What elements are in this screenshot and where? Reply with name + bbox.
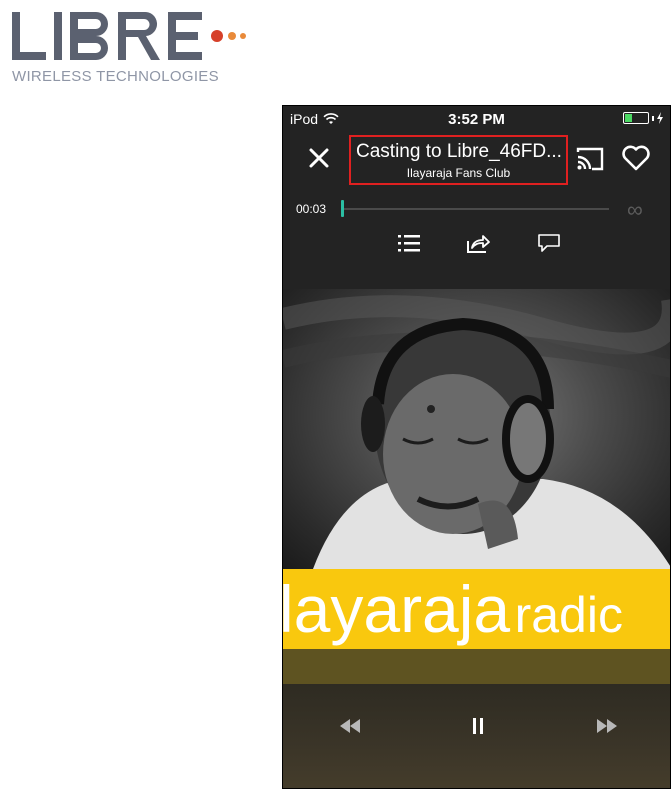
- playback-controls: [283, 684, 670, 788]
- logo-dot-icon: [240, 33, 246, 39]
- station-name: Ilayaraja Fans Club: [406, 166, 511, 180]
- battery-icon: [623, 112, 649, 124]
- heart-icon[interactable]: [621, 144, 651, 172]
- status-time: 3:52 PM: [448, 111, 505, 128]
- charging-bolt-icon: [657, 112, 663, 124]
- banner-text-small: radic: [514, 587, 623, 643]
- banner-footer: [283, 649, 670, 684]
- progress-track[interactable]: [341, 208, 609, 210]
- status-bar: iPod 3:52 PM: [283, 106, 670, 132]
- comment-icon[interactable]: [536, 232, 562, 254]
- cast-icon[interactable]: [575, 146, 605, 172]
- share-icon[interactable]: [465, 232, 491, 254]
- elapsed-time: 00:03: [296, 202, 327, 216]
- libre-wordmark: [12, 11, 246, 60]
- banner-text-large: layaraja: [283, 572, 511, 646]
- cast-title-box: Casting to Libre_46FD... Ilayaraja Fans …: [349, 135, 568, 185]
- station-banner: layaraja radic: [283, 569, 670, 649]
- duration-infinity: ∞: [627, 197, 643, 222]
- progress-thumb[interactable]: [341, 200, 344, 217]
- rewind-icon[interactable]: [336, 716, 366, 736]
- queue-list-icon[interactable]: [396, 232, 422, 254]
- logo-dot-icon: [211, 30, 223, 42]
- phone-screen: iPod 3:52 PM Casting to Libre_46FD... Il…: [282, 105, 671, 789]
- artist-portrait: [283, 295, 670, 569]
- battery-tip: [652, 115, 654, 121]
- close-icon[interactable]: [305, 144, 333, 172]
- artist-photo: [283, 289, 670, 569]
- battery-level: [625, 114, 632, 122]
- logo-dot-icon: [228, 32, 236, 40]
- album-artwork: layaraja radic: [283, 289, 670, 684]
- cast-title: Casting to Libre_46FD...: [356, 141, 562, 162]
- pause-icon[interactable]: [463, 716, 493, 736]
- logo-tagline: WIRELESS TECHNOLOGIES: [12, 68, 219, 85]
- banner-text: layaraja radic: [283, 571, 623, 647]
- fast-forward-icon[interactable]: [591, 716, 621, 736]
- libre-logo: WIRELESS TECHNOLOGIES: [10, 6, 250, 86]
